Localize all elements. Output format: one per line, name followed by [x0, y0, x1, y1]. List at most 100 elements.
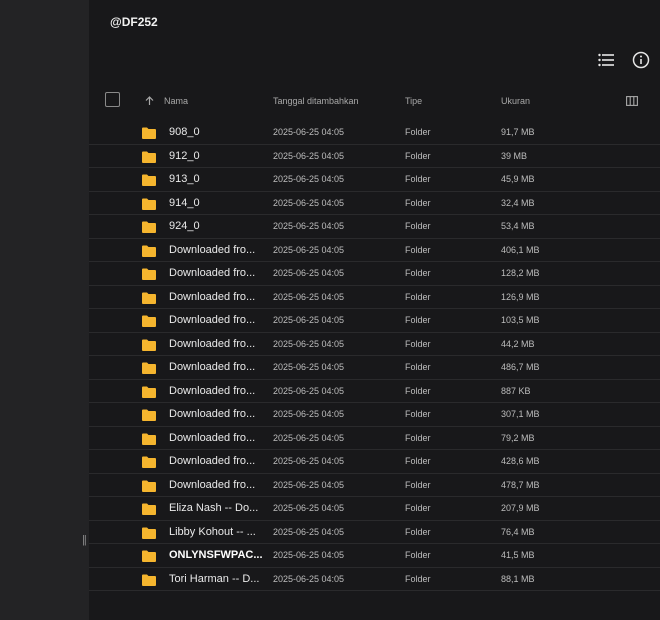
file-type: Folder: [405, 268, 431, 278]
file-type: Folder: [405, 291, 431, 302]
file-name[interactable]: Downloaded fro...: [169, 314, 255, 326]
table-row[interactable]: Downloaded fro... 2025-06-25 04:05 Folder 1…: [89, 262, 660, 286]
file-type: Folder: [405, 479, 431, 490]
table-row[interactable]: Downloaded fro... 2025-06-25 04:05 Folder 4…: [89, 474, 660, 497]
folder-icon: [142, 456, 156, 468]
file-date: 2025-06-25 04:05: [273, 550, 345, 560]
folder-icon: [142, 503, 156, 515]
folder-icon: [142, 550, 156, 562]
folder-icon: [142, 127, 156, 139]
folder-icon: [142, 409, 156, 421]
file-size: 76,4 MB: [501, 526, 535, 537]
table-row[interactable]: ONLYNSFWPAC... 2025-06-25 04:05 Folder 41,5…: [89, 544, 660, 568]
folder-icon: [142, 315, 156, 327]
file-name[interactable]: Downloaded fro...: [169, 244, 255, 256]
file-name[interactable]: 912_0: [169, 150, 200, 162]
folder-icon: [142, 151, 156, 163]
file-name[interactable]: Downloaded fro...: [169, 267, 255, 279]
folder-icon: [142, 527, 156, 539]
file-date: 2025-06-25 04:05: [273, 362, 345, 372]
list-view-button[interactable]: [596, 50, 616, 70]
column-header-size[interactable]: Ukuran: [501, 96, 530, 106]
file-date: 2025-06-25 04:05: [273, 503, 345, 513]
file-size: 44,2 MB: [501, 338, 535, 349]
file-size: 207,9 MB: [501, 503, 540, 513]
file-name[interactable]: 908_0: [169, 126, 200, 138]
info-icon: [632, 51, 650, 69]
file-name[interactable]: 913_0: [169, 173, 200, 185]
file-type: Folder: [405, 503, 431, 513]
folder-icon: [142, 362, 156, 374]
file-size: 128,2 MB: [501, 268, 540, 278]
column-header-date[interactable]: Tanggal ditambahkan: [273, 96, 359, 106]
file-browser: @DF252 Nama Tanggal ditambahkan Tipe Uku…: [89, 0, 660, 620]
file-date: 2025-06-25 04:05: [273, 315, 345, 325]
file-type: Folder: [405, 385, 431, 396]
table-row[interactable]: Downloaded fro... 2025-06-25 04:05 Folder 1…: [89, 309, 660, 333]
sidebar-resize-handle[interactable]: ||: [82, 534, 88, 546]
table-row[interactable]: Libby Kohout -- ... 2025-06-25 04:05 Folde…: [89, 521, 660, 544]
file-name[interactable]: 914_0: [169, 197, 200, 209]
table-header: Nama Tanggal ditambahkan Tipe Ukuran: [89, 86, 660, 118]
table-row[interactable]: 924_0 2025-06-25 04:05 Folder 53,4 MB: [89, 215, 660, 239]
file-size: 88,1 MB: [501, 573, 535, 584]
table-row[interactable]: 908_0 2025-06-25 04:05 Folder 91,7 MB: [89, 121, 660, 145]
file-name[interactable]: Libby Kohout -- ...: [169, 526, 256, 538]
file-name[interactable]: Downloaded fro...: [169, 385, 255, 397]
folder-icon: [142, 198, 156, 210]
file-size: 103,5 MB: [501, 315, 540, 325]
folder-icon: [142, 574, 156, 586]
file-name[interactable]: Downloaded fro...: [169, 479, 255, 491]
file-name[interactable]: Eliza Nash -- Do...: [169, 502, 258, 514]
file-date: 2025-06-25 04:05: [273, 432, 345, 443]
file-date: 2025-06-25 04:05: [273, 221, 345, 231]
folder-icon: [142, 174, 156, 186]
file-date: 2025-06-25 04:05: [273, 456, 345, 466]
column-header-type[interactable]: Tipe: [405, 96, 422, 106]
file-size: 91,7 MB: [501, 127, 535, 137]
file-date: 2025-06-25 04:05: [273, 197, 345, 208]
table-row[interactable]: Downloaded fro... 2025-06-25 04:05 Folder 4…: [89, 239, 660, 262]
file-size: 478,7 MB: [501, 479, 540, 490]
info-button[interactable]: [631, 50, 651, 70]
file-list: 908_0 2025-06-25 04:05 Folder 91,7 MB 912_0 2…: [89, 121, 660, 591]
folder-icon: [142, 268, 156, 280]
table-row[interactable]: Downloaded fro... 2025-06-25 04:05 Folder 3…: [89, 403, 660, 427]
columns-icon[interactable]: [626, 96, 638, 106]
column-header-name[interactable]: Nama: [164, 96, 188, 106]
file-type: Folder: [405, 174, 431, 184]
file-name[interactable]: Tori Harman -- D...: [169, 573, 259, 585]
table-row[interactable]: Downloaded fro... 2025-06-25 04:05 Folder 4…: [89, 333, 660, 356]
file-type: Folder: [405, 550, 431, 560]
table-row[interactable]: 912_0 2025-06-25 04:05 Folder 39 MB: [89, 145, 660, 168]
file-name[interactable]: Downloaded fro...: [169, 361, 255, 373]
file-date: 2025-06-25 04:05: [273, 174, 345, 184]
folder-icon: [142, 292, 156, 304]
file-name[interactable]: Downloaded fro...: [169, 408, 255, 420]
table-row[interactable]: Downloaded fro... 2025-06-25 04:05 Folder 8…: [89, 380, 660, 403]
table-row[interactable]: 914_0 2025-06-25 04:05 Folder 32,4 MB: [89, 192, 660, 215]
file-name[interactable]: Downloaded fro...: [169, 291, 255, 303]
file-date: 2025-06-25 04:05: [273, 526, 345, 537]
table-row[interactable]: Eliza Nash -- Do... 2025-06-25 04:05 Folde…: [89, 497, 660, 521]
table-row[interactable]: Downloaded fro... 2025-06-25 04:05 Folder 4…: [89, 450, 660, 474]
file-size: 45,9 MB: [501, 174, 535, 184]
file-name[interactable]: 924_0: [169, 220, 200, 232]
table-row[interactable]: Downloaded fro... 2025-06-25 04:05 Folder 7…: [89, 427, 660, 450]
file-size: 53,4 MB: [501, 221, 535, 231]
table-row[interactable]: 913_0 2025-06-25 04:05 Folder 45,9 MB: [89, 168, 660, 192]
file-name[interactable]: Downloaded fro...: [169, 338, 255, 350]
file-date: 2025-06-25 04:05: [273, 479, 345, 490]
file-name[interactable]: ONLYNSFWPAC...: [169, 549, 263, 561]
folder-icon: [142, 339, 156, 351]
file-type: Folder: [405, 221, 431, 231]
list-view-icon: [598, 53, 614, 67]
table-row[interactable]: Tori Harman -- D... 2025-06-25 04:05 Folde…: [89, 568, 660, 591]
sort-arrow-up-icon[interactable]: [145, 96, 154, 106]
table-row[interactable]: Downloaded fro... 2025-06-25 04:05 Folder 4…: [89, 356, 660, 380]
table-row[interactable]: Downloaded fro... 2025-06-25 04:05 Folder 1…: [89, 286, 660, 309]
sidebar: [0, 0, 89, 620]
file-type: Folder: [405, 362, 431, 372]
file-name[interactable]: Downloaded fro...: [169, 432, 255, 444]
file-name[interactable]: Downloaded fro...: [169, 455, 255, 467]
